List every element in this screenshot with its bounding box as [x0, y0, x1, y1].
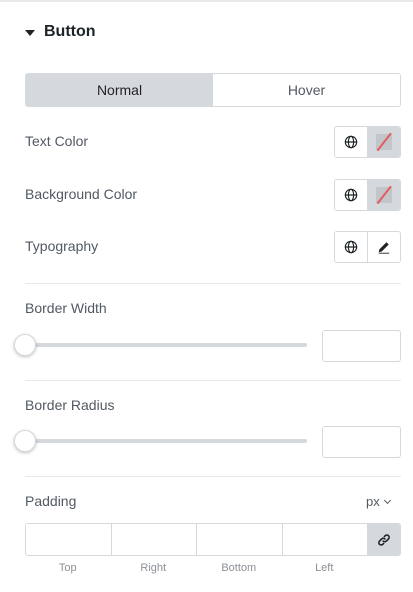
section-toggle-button[interactable]: Button — [25, 21, 96, 43]
border-radius-input[interactable] — [322, 426, 401, 458]
padding-bottom-label: Bottom — [221, 562, 257, 574]
padding-unit-select[interactable]: px — [366, 494, 391, 509]
section-title: Button — [44, 23, 96, 40]
background-color-global-button[interactable] — [335, 180, 368, 210]
padding-right-input[interactable] — [111, 524, 197, 555]
typography-global-button[interactable] — [335, 232, 368, 262]
padding-dimensions — [25, 523, 401, 556]
empty-color-icon — [375, 187, 392, 203]
padding-unit-value: px — [366, 494, 380, 509]
padding-bottom-input[interactable] — [197, 524, 283, 555]
padding-field-labels: Top Right Bottom Left — [25, 562, 367, 574]
text-color-label: Text Color — [25, 133, 89, 149]
globe-icon — [344, 188, 358, 202]
padding-label: Padding — [25, 493, 77, 509]
border-radius-slider-handle[interactable] — [14, 430, 36, 452]
tab-hover[interactable]: Hover — [213, 74, 400, 106]
typography-label: Typography — [25, 238, 99, 254]
link-values-button[interactable] — [368, 524, 400, 555]
pencil-icon — [378, 242, 389, 254]
padding-left-input[interactable] — [282, 524, 368, 555]
divider — [25, 476, 401, 477]
divider — [25, 283, 401, 284]
empty-color-icon — [375, 134, 392, 150]
border-width-label: Border Width — [25, 300, 107, 316]
text-color-control — [334, 126, 401, 158]
caret-down-icon — [25, 29, 35, 36]
padding-right-label: Right — [140, 562, 167, 574]
divider — [25, 380, 401, 381]
text-color-swatch[interactable] — [367, 127, 400, 157]
globe-icon — [344, 135, 358, 149]
border-radius-label: Border Radius — [25, 397, 115, 413]
background-color-label: Background Color — [25, 186, 138, 202]
padding-top-input[interactable] — [26, 524, 112, 555]
border-width-slider[interactable] — [25, 343, 307, 347]
state-tabs: Normal Hover — [25, 73, 401, 107]
padding-top-label: Top — [58, 562, 77, 574]
globe-icon — [344, 240, 358, 254]
panel-top-border — [0, 0, 413, 2]
background-color-control — [334, 179, 401, 211]
padding-left-label: Left — [315, 562, 334, 574]
border-width-input[interactable] — [322, 330, 401, 362]
link-icon — [378, 533, 390, 546]
text-color-global-button[interactable] — [335, 127, 368, 157]
border-radius-slider[interactable] — [25, 439, 307, 443]
tab-normal[interactable]: Normal — [26, 74, 213, 106]
typography-control — [334, 231, 401, 263]
chevron-down-icon — [383, 496, 391, 504]
background-color-swatch[interactable] — [367, 180, 400, 210]
border-width-slider-handle[interactable] — [14, 334, 36, 356]
typography-edit-button[interactable] — [367, 232, 400, 262]
